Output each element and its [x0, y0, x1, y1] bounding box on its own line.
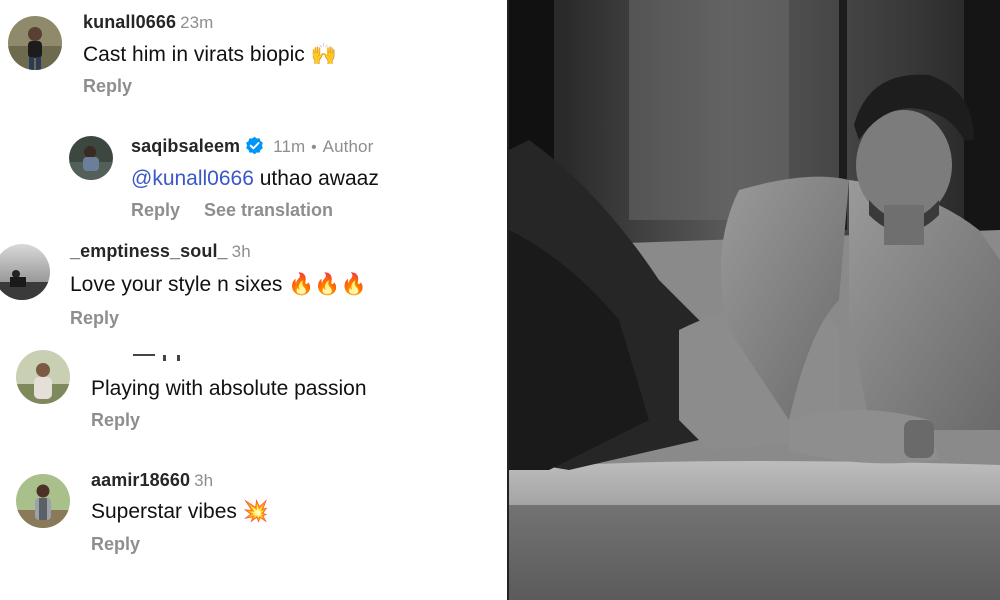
comment-body: uthao awaaz [253, 167, 379, 190]
clipped-text-fragment-icon [133, 354, 180, 361]
comment-username[interactable]: saqibsaleem 11m • Author [131, 136, 373, 157]
username[interactable]: saqibsaleem [131, 136, 240, 156]
comment-text: Superstar vibes 💥 [91, 500, 269, 523]
post-photo [509, 0, 1000, 600]
reply-button[interactable]: Reply [91, 410, 140, 431]
avatar[interactable] [8, 16, 62, 70]
photo-illustration [509, 0, 1000, 600]
comment-text: Love your style n sixes 🔥🔥🔥 [70, 273, 367, 296]
avatar[interactable] [16, 474, 70, 528]
timestamp: 11m [273, 137, 306, 156]
reply-button[interactable]: Reply [83, 76, 132, 97]
reply-button[interactable]: Reply [70, 308, 119, 329]
username[interactable]: _emptiness_soul_ [70, 241, 228, 261]
avatar[interactable] [69, 136, 113, 180]
mention-link[interactable]: @kunall0666 [131, 167, 254, 190]
separator-dot: • [311, 139, 317, 156]
see-translation-button[interactable]: See translation [204, 200, 333, 221]
comment-username[interactable]: kunall0666 23m [83, 12, 213, 33]
avatar[interactable] [16, 350, 70, 404]
timestamp: 3h [231, 242, 251, 261]
comments-panel: kunall0666 23m Cast him in virats biopic … [0, 0, 508, 600]
timestamp: 23m [180, 13, 214, 32]
reply-button[interactable]: Reply [131, 200, 180, 221]
comment-text: @kunall0666 uthao awaaz [131, 167, 379, 191]
avatar[interactable] [0, 244, 50, 300]
reply-button[interactable]: Reply [91, 534, 140, 555]
username[interactable]: kunall0666 [83, 12, 176, 32]
comment-text: Cast him in virats biopic 🙌 [83, 43, 337, 66]
author-label: Author [322, 137, 374, 156]
clipped-username [131, 343, 191, 365]
timestamp: 3h [194, 471, 214, 490]
username[interactable]: aamir18660 [91, 470, 190, 490]
comment-text: Playing with absolute passion [91, 377, 367, 400]
comment-username[interactable]: aamir18660 3h [91, 470, 213, 491]
comment-username[interactable]: _emptiness_soul_ 3h [70, 241, 251, 262]
verified-badge-icon [246, 136, 264, 155]
